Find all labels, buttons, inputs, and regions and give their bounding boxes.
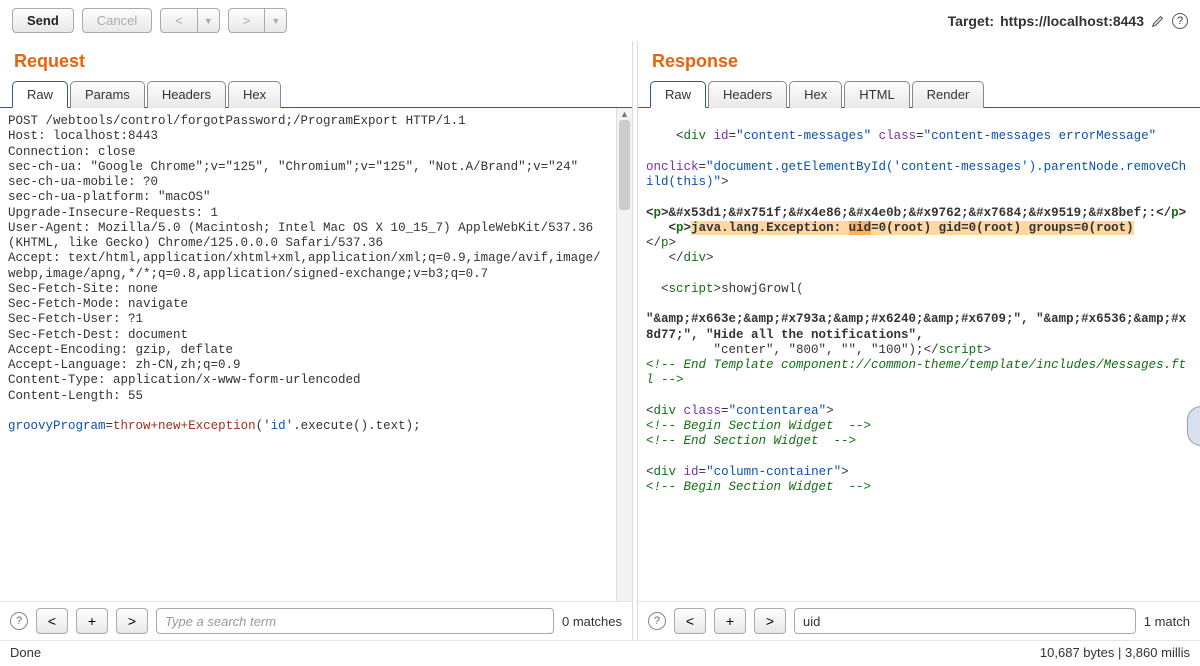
target-label: Target: bbox=[948, 13, 994, 29]
request-editor-wrap: POST /webtools/control/forgotPassword;/P… bbox=[0, 108, 632, 601]
search-prev-button[interactable]: < bbox=[674, 608, 706, 634]
side-handle-icon[interactable] bbox=[1187, 406, 1200, 446]
tab-hex[interactable]: Hex bbox=[789, 81, 842, 108]
request-headers-text: POST /webtools/control/forgotPassword;/P… bbox=[8, 114, 601, 403]
help-icon[interactable]: ? bbox=[648, 612, 666, 630]
tab-raw[interactable]: Raw bbox=[12, 81, 68, 108]
scroll-thumb[interactable] bbox=[619, 120, 630, 210]
body-param-name: groovyProgram bbox=[8, 419, 106, 433]
history-back-group: < ▼ bbox=[160, 8, 220, 33]
search-next-button[interactable]: > bbox=[116, 608, 148, 634]
tab-hex[interactable]: Hex bbox=[228, 81, 281, 108]
response-editor-wrap: <div id="content-messages" class="conten… bbox=[638, 108, 1200, 601]
response-panel: Response Raw Headers Hex HTML Render <di… bbox=[638, 41, 1200, 640]
request-editor[interactable]: POST /webtools/control/forgotPassword;/P… bbox=[0, 108, 616, 601]
send-button[interactable]: Send bbox=[12, 8, 74, 33]
tab-render[interactable]: Render bbox=[912, 81, 985, 108]
status-bar: Done 10,687 bytes | 3,860 millis bbox=[0, 640, 1200, 666]
match-count: 1 match bbox=[1144, 614, 1190, 629]
search-prev-button[interactable]: < bbox=[36, 608, 68, 634]
response-editor[interactable]: <div id="content-messages" class="conten… bbox=[638, 108, 1200, 601]
status-right: 10,687 bytes | 3,860 millis bbox=[1040, 645, 1190, 660]
history-forward-button[interactable]: > bbox=[228, 8, 266, 33]
response-title: Response bbox=[638, 41, 1200, 80]
history-back-button[interactable]: < bbox=[160, 8, 198, 33]
match-count: 0 matches bbox=[562, 614, 622, 629]
response-searchbar: ? < + > 1 match bbox=[638, 601, 1200, 640]
request-scrollbar[interactable]: ▲ bbox=[616, 108, 632, 601]
history-back-dropdown[interactable]: ▼ bbox=[198, 8, 220, 33]
scroll-up-icon[interactable]: ▲ bbox=[617, 108, 632, 120]
search-add-button[interactable]: + bbox=[714, 608, 746, 634]
history-fwd-group: > ▼ bbox=[228, 8, 288, 33]
tab-headers[interactable]: Headers bbox=[708, 81, 787, 108]
search-add-button[interactable]: + bbox=[76, 608, 108, 634]
help-icon[interactable]: ? bbox=[10, 612, 28, 630]
split-panels: Request Raw Params Headers Hex POST /web… bbox=[0, 41, 1200, 640]
request-searchbar: ? < + > 0 matches bbox=[0, 601, 632, 640]
help-icon[interactable]: ? bbox=[1172, 13, 1188, 29]
request-tabs: Raw Params Headers Hex bbox=[0, 80, 632, 108]
top-toolbar: Send Cancel < ▼ > ▼ Target: https://loca… bbox=[0, 0, 1200, 41]
search-next-button[interactable]: > bbox=[754, 608, 786, 634]
target-value: https://localhost:8443 bbox=[1000, 13, 1144, 29]
tab-raw[interactable]: Raw bbox=[650, 81, 706, 108]
tab-html[interactable]: HTML bbox=[844, 81, 909, 108]
search-input[interactable] bbox=[794, 608, 1136, 634]
response-tabs: Raw Headers Hex HTML Render bbox=[638, 80, 1200, 108]
request-panel: Request Raw Params Headers Hex POST /web… bbox=[0, 41, 632, 640]
tab-params[interactable]: Params bbox=[70, 81, 145, 108]
pencil-icon[interactable] bbox=[1150, 13, 1166, 29]
target-display: Target: https://localhost:8443 ? bbox=[948, 13, 1188, 29]
history-forward-dropdown[interactable]: ▼ bbox=[265, 8, 287, 33]
request-title: Request bbox=[0, 41, 632, 80]
search-input[interactable] bbox=[156, 608, 554, 634]
status-left: Done bbox=[10, 645, 41, 660]
cancel-button: Cancel bbox=[82, 8, 152, 33]
tab-headers[interactable]: Headers bbox=[147, 81, 226, 108]
exception-text: java.lang.Exception: bbox=[691, 221, 849, 235]
